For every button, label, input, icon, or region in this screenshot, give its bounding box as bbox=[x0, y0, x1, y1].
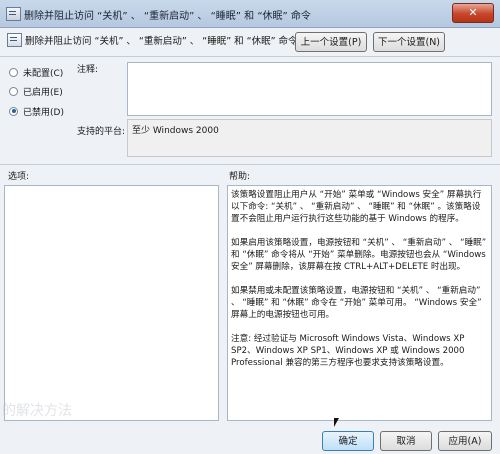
setting-icon bbox=[7, 33, 22, 47]
window-title: 删除并阻止访问 “关机” 、 “重新启动” 、 “睡眠” 和 “休眠” 命令 bbox=[24, 11, 311, 22]
watermark-text: 的解决方法 bbox=[2, 403, 72, 419]
cancel-button[interactable]: 取消 bbox=[380, 431, 432, 451]
comment-field[interactable] bbox=[127, 62, 492, 116]
platform-field: 至少 Windows 2000 bbox=[127, 119, 492, 157]
dialog-client: 删除并阻止访问 “关机” 、 “重新启动” 、 “睡眠” 和 “休眠” 命令 上… bbox=[0, 28, 500, 454]
next-setting-button[interactable]: 下一个设置(N) bbox=[373, 32, 445, 52]
options-label: 选项: bbox=[8, 172, 30, 182]
radio-circle-selected[interactable] bbox=[9, 106, 18, 116]
prev-setting-button[interactable]: 上一个设置(P) bbox=[295, 32, 367, 52]
help-paragraph: 注意: 经过验证与 Microsoft Windows Vista、Window… bbox=[231, 334, 465, 368]
help-label: 帮助: bbox=[229, 172, 251, 182]
radio-circle[interactable] bbox=[9, 86, 18, 96]
help-paragraph: 如果启用该策略设置，电源按钮和 “关机” 、 “重新启动” 、 “睡眠” 和 “… bbox=[231, 238, 487, 272]
apply-button[interactable]: 应用(A) bbox=[438, 431, 492, 451]
comment-label: 注释: bbox=[77, 65, 99, 75]
radio-enabled[interactable]: 已启用(E) bbox=[9, 84, 63, 98]
radio-label: 已禁用(D) bbox=[23, 107, 64, 118]
help-panel[interactable]: 该策略设置阻止用户从 “开始” 菜单或 “Windows 安全” 屏幕执行以下命… bbox=[227, 185, 492, 421]
help-paragraph: 该策略设置阻止用户从 “开始” 菜单或 “Windows 安全” 屏幕执行以下命… bbox=[231, 190, 482, 224]
radio-not-configured[interactable]: 未配置(C) bbox=[9, 65, 63, 79]
header-divider bbox=[0, 56, 500, 57]
radio-label: 已启用(E) bbox=[23, 87, 63, 98]
policy-icon bbox=[6, 7, 21, 21]
title-bar: 删除并阻止访问 “关机” 、 “重新启动” 、 “睡眠” 和 “休眠” 命令 ✕ bbox=[0, 0, 500, 28]
setting-title: 删除并阻止访问 “关机” 、 “重新启动” 、 “睡眠” 和 “休眠” 命令 bbox=[25, 36, 298, 47]
close-button[interactable]: ✕ bbox=[452, 3, 494, 23]
help-paragraph: 如果禁用或未配置该策略设置，电源按钮和 “关机” 、 “重新启动” 、 “睡眠”… bbox=[231, 286, 482, 320]
ok-button[interactable]: 确定 bbox=[322, 431, 374, 451]
radio-disabled[interactable]: 已禁用(D) bbox=[9, 104, 64, 118]
radio-circle[interactable] bbox=[9, 67, 18, 77]
section-divider bbox=[0, 164, 500, 165]
radio-label: 未配置(C) bbox=[23, 68, 64, 79]
platform-value: 至少 Windows 2000 bbox=[132, 126, 219, 136]
options-panel[interactable] bbox=[4, 185, 219, 421]
platform-label: 支持的平台: bbox=[77, 127, 126, 137]
mouse-cursor-icon bbox=[334, 418, 339, 427]
